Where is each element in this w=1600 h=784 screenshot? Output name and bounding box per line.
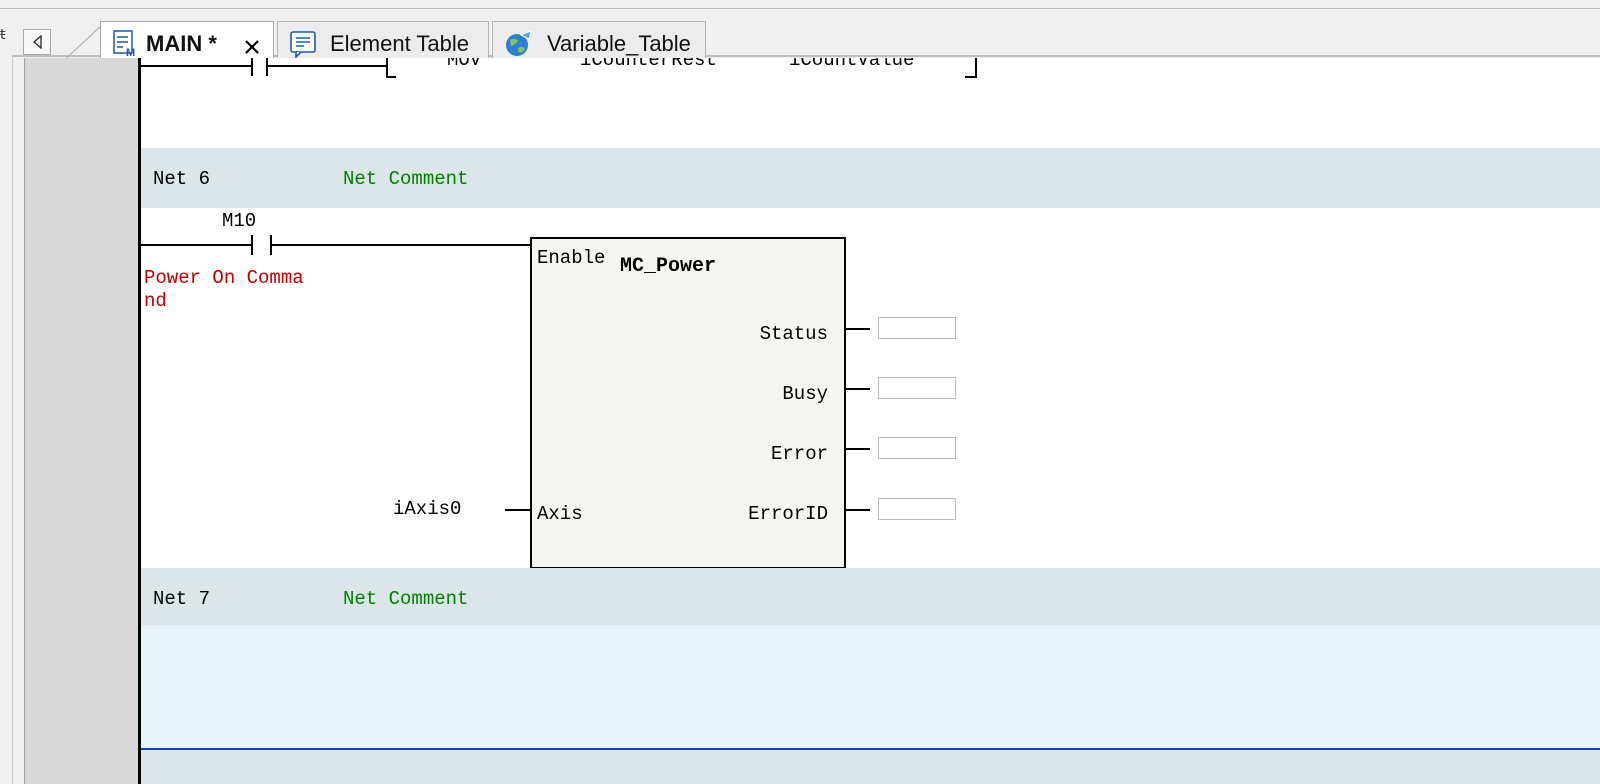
ladder-editor[interactable]: MOV iCounterRest iCountValue Net 6 Net C… xyxy=(24,58,1600,784)
fb-output-status: Status xyxy=(759,323,828,345)
triangle-left-icon xyxy=(32,35,42,49)
errorid-output-field[interactable] xyxy=(878,498,956,520)
net-6-comment[interactable]: Net Comment xyxy=(343,168,468,190)
errorid-wire xyxy=(846,509,870,511)
status-wire xyxy=(846,328,870,330)
prev-operand-2[interactable]: iCountValue xyxy=(789,58,914,71)
fb-axis-pin: Axis xyxy=(537,503,583,525)
net-7-selected-row[interactable] xyxy=(141,625,1600,750)
prev-contact-right xyxy=(266,58,268,76)
prev-box-right xyxy=(975,58,977,78)
fb-output-busy: Busy xyxy=(782,383,828,405)
net-6-label: Net 6 xyxy=(153,168,211,190)
svg-text:M: M xyxy=(126,47,135,57)
tab-scroll-left-button[interactable] xyxy=(23,29,51,55)
rung-wire-left xyxy=(141,244,251,246)
axis-variable[interactable]: iAxis0 xyxy=(393,498,461,520)
panel-edge-marker: ŧ xyxy=(0,27,6,43)
prev-box-left xyxy=(386,58,388,78)
left-panel-edge xyxy=(0,55,13,784)
rung-wire-enable xyxy=(270,244,530,246)
fb-output-errorid: ErrorID xyxy=(748,503,828,525)
prev-operand-1[interactable]: iCounterRest xyxy=(580,58,717,71)
contact-left-bar[interactable] xyxy=(251,235,253,255)
variable-globe-icon xyxy=(506,30,532,56)
net-7-label: Net 7 xyxy=(153,588,211,610)
comment-table-icon xyxy=(290,31,316,59)
tab-bar: ŧ M MAIN * Element Table Variable_Table xyxy=(0,9,1600,66)
contact-comment-line2: nd xyxy=(144,290,167,312)
mc-power-block[interactable]: Enable MC_Power Status Busy Error ErrorI… xyxy=(530,237,846,569)
prev-net-wire-2 xyxy=(266,65,386,67)
close-icon[interactable] xyxy=(241,34,263,56)
contact-comment-line1: Power On Comma xyxy=(144,267,304,289)
tab-main-label: MAIN * xyxy=(146,31,217,56)
fb-output-error: Error xyxy=(770,443,828,465)
net-7-comment[interactable]: Net Comment xyxy=(343,588,468,610)
prev-instr: MOV xyxy=(447,58,482,71)
prev-box-corner-left xyxy=(386,76,396,78)
editor-gutter xyxy=(25,58,138,784)
status-output-field[interactable] xyxy=(878,317,956,339)
error-wire xyxy=(846,448,870,450)
top-strip xyxy=(0,0,1600,9)
tab-variable-table-label: Variable_Table xyxy=(547,31,691,56)
ladder-program-icon: M xyxy=(113,30,135,57)
error-output-field[interactable] xyxy=(878,437,956,459)
prev-contact-left xyxy=(251,58,253,76)
prev-box-corner-right xyxy=(965,76,977,78)
net-6-header[interactable]: Net 6 Net Comment xyxy=(141,148,1600,208)
busy-output-field[interactable] xyxy=(878,377,956,399)
fb-enable-pin: Enable xyxy=(537,247,606,269)
next-net-header-partial xyxy=(141,750,1600,784)
fb-title: MC_Power xyxy=(620,255,717,278)
net-7-header[interactable]: Net 7 Net Comment xyxy=(141,568,1600,628)
tab-element-table-label: Element Table xyxy=(330,31,470,56)
busy-wire xyxy=(846,388,870,390)
axis-wire xyxy=(505,509,530,511)
prev-net-wire xyxy=(141,65,251,67)
contact-address[interactable]: M10 xyxy=(222,210,256,232)
